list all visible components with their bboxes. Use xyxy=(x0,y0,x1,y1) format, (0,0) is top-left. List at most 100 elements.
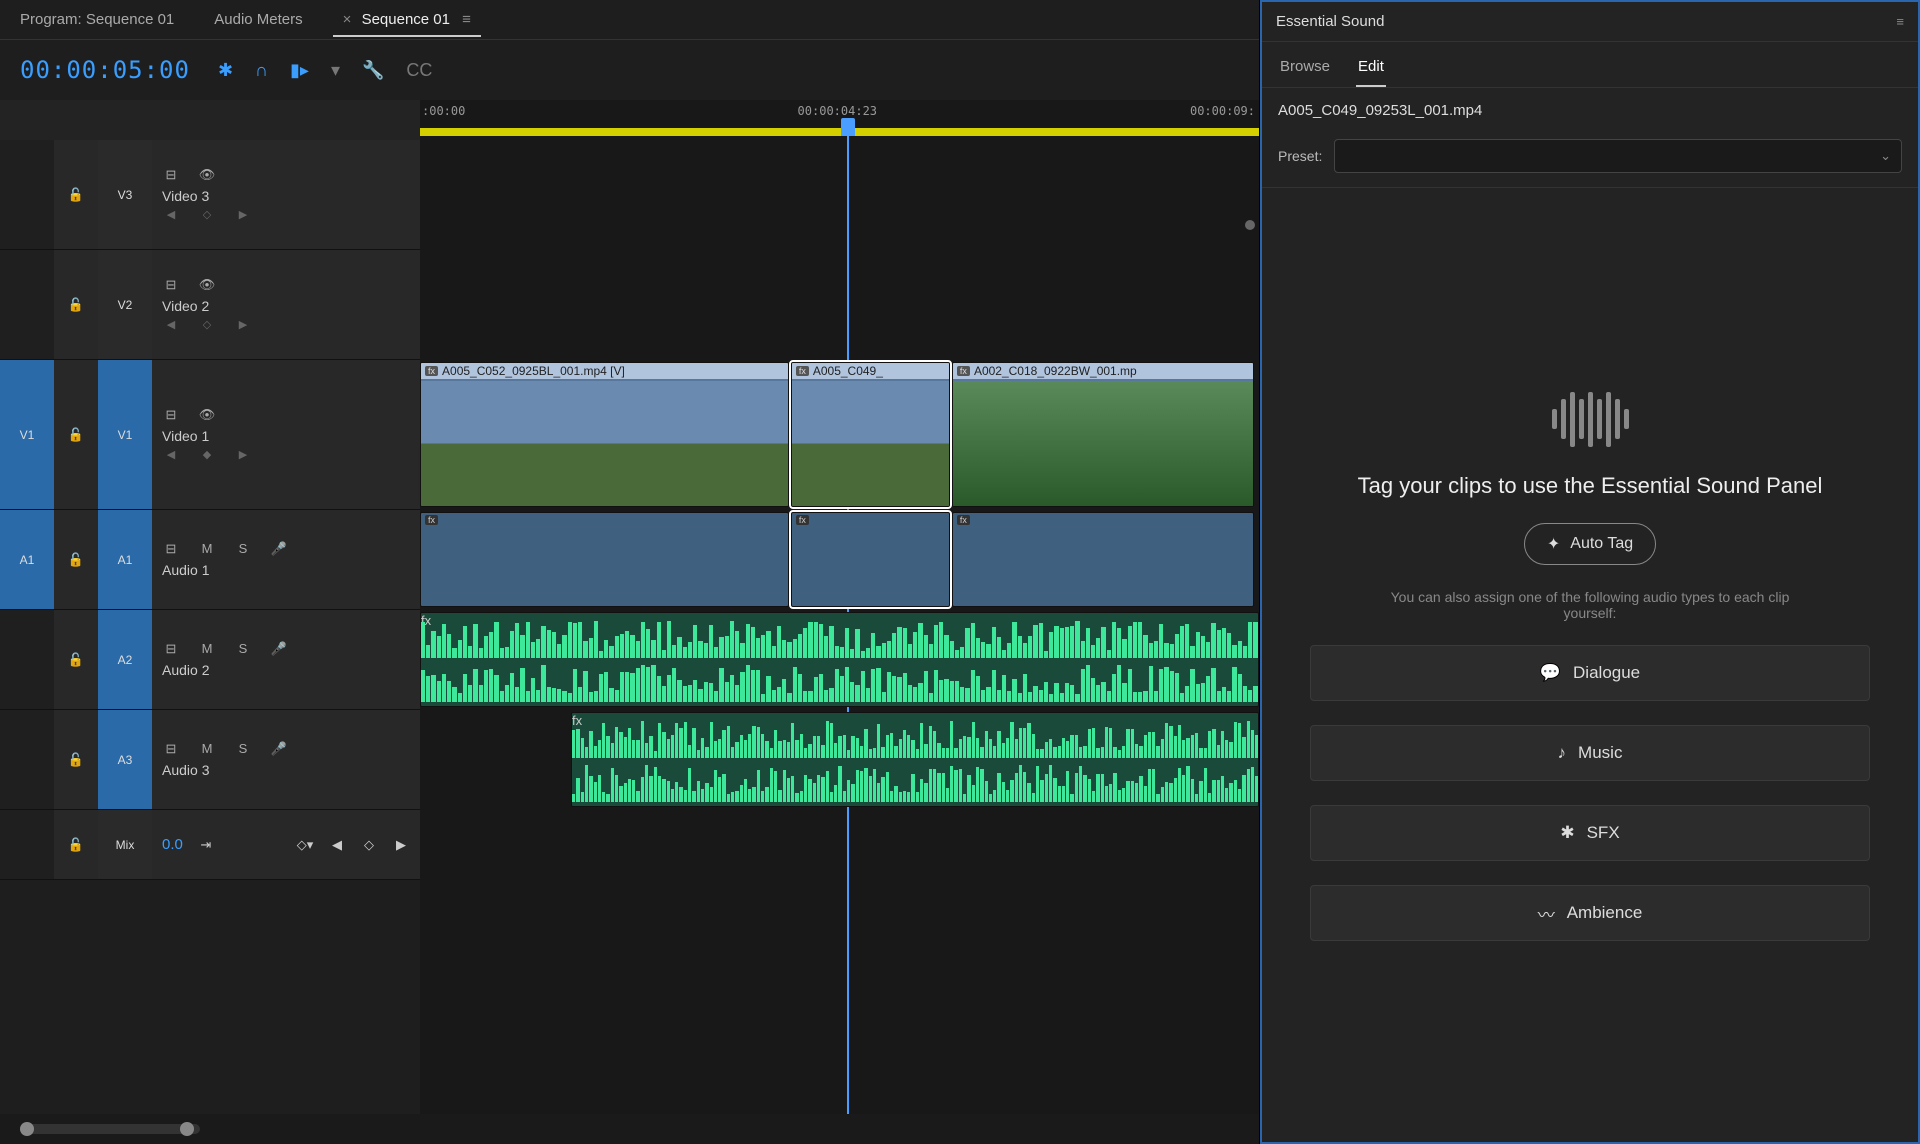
clip-a2-1[interactable]: fx xyxy=(420,612,1259,707)
preset-dropdown[interactable]: ⌄ xyxy=(1334,139,1902,173)
src-patch-a1[interactable]: A1 xyxy=(0,510,54,609)
src-patch-mix[interactable] xyxy=(0,810,54,879)
tab-sequence-label: Sequence 01 xyxy=(362,11,450,28)
collapse-icon[interactable]: ⇥ xyxy=(197,836,215,854)
prev-key-icon[interactable]: ◀ xyxy=(162,446,180,464)
tgt-patch-a3[interactable]: A3 xyxy=(98,710,152,809)
next-key-icon[interactable]: ▶ xyxy=(234,316,252,334)
sync-lock-icon[interactable]: ⊟ xyxy=(162,166,180,184)
keyframe-menu-icon[interactable]: ◇▾ xyxy=(296,836,314,854)
lock-a2[interactable]: 🔓 xyxy=(54,610,98,709)
music-icon: ♪ xyxy=(1558,743,1567,763)
voiceover-icon[interactable]: 🎤 xyxy=(270,640,288,658)
clip-a3-1[interactable]: fx xyxy=(571,712,1259,807)
work-area-bar[interactable] xyxy=(420,128,1259,136)
sync-lock-icon[interactable]: ⊟ xyxy=(162,406,180,424)
solo-button[interactable]: S xyxy=(234,740,252,758)
es-tab-browse[interactable]: Browse xyxy=(1278,52,1332,87)
eye-icon[interactable]: 👁 xyxy=(198,276,216,294)
prev-key-icon[interactable]: ◀ xyxy=(162,316,180,334)
tab-menu-icon[interactable]: ≡ xyxy=(462,11,471,28)
panel-menu-icon[interactable]: ≡ xyxy=(1896,14,1904,29)
track-content-a3[interactable]: fx xyxy=(420,710,1259,809)
tgt-patch-mix[interactable]: Mix xyxy=(98,810,152,879)
zoom-handle-left[interactable] xyxy=(20,1122,34,1136)
next-key-icon[interactable]: ▶ xyxy=(392,836,410,854)
solo-button[interactable]: S xyxy=(234,640,252,658)
clip-a1-2[interactable]: fx xyxy=(791,512,950,607)
clip-label: A005_C052_0925BL_001.mp4 [V] xyxy=(442,364,625,378)
clip-a1-3[interactable]: fx xyxy=(952,512,1254,607)
tgt-patch-v1[interactable]: V1 xyxy=(98,360,152,509)
track-content-mix[interactable] xyxy=(420,810,1259,879)
snap-icon[interactable]: ∩ xyxy=(255,60,268,81)
tgt-patch-v2[interactable]: V2 xyxy=(98,250,152,359)
linked-selection-icon[interactable]: ▮▸ xyxy=(290,60,309,81)
marker-icon[interactable]: ▾ xyxy=(331,60,340,81)
lock-mix[interactable]: 🔓 xyxy=(54,810,98,879)
tab-sequence[interactable]: × Sequence 01 ≡ xyxy=(333,3,481,36)
sync-lock-icon[interactable]: ⊟ xyxy=(162,740,180,758)
playhead-timecode[interactable]: 00:00:05:00 xyxy=(20,56,190,84)
src-patch-v1[interactable]: V1 xyxy=(0,360,54,509)
solo-button[interactable]: S xyxy=(234,540,252,558)
eye-icon[interactable]: 👁 xyxy=(198,406,216,424)
cc-icon[interactable]: CC xyxy=(406,60,432,81)
tab-audio-meters[interactable]: Audio Meters xyxy=(204,3,312,36)
lock-a3[interactable]: 🔓 xyxy=(54,710,98,809)
wrench-icon[interactable]: 🔧 xyxy=(362,60,384,81)
add-key-icon[interactable]: ◇ xyxy=(198,206,216,224)
lock-v2[interactable]: 🔓 xyxy=(54,250,98,359)
sync-lock-icon[interactable]: ⊟ xyxy=(162,640,180,658)
sync-lock-icon[interactable]: ⊟ xyxy=(162,276,180,294)
tgt-patch-a1[interactable]: A1 xyxy=(98,510,152,609)
eye-icon[interactable]: 👁 xyxy=(198,166,216,184)
next-key-icon[interactable]: ▶ xyxy=(234,446,252,464)
src-patch-a2[interactable] xyxy=(0,610,54,709)
tab-program[interactable]: Program: Sequence 01 xyxy=(10,3,184,36)
track-content-v2[interactable] xyxy=(420,250,1259,359)
es-tab-edit[interactable]: Edit xyxy=(1356,52,1386,87)
track-content-a2[interactable]: fx xyxy=(420,610,1259,709)
mute-button[interactable]: M xyxy=(198,740,216,758)
lock-a1[interactable]: 🔓 xyxy=(54,510,98,609)
clip-v1-2[interactable]: fxA005_C049_ xyxy=(791,362,950,507)
mute-button[interactable]: M xyxy=(198,640,216,658)
track-content-v1[interactable]: fxA005_C052_0925BL_001.mp4 [V] fxA005_C0… xyxy=(420,360,1259,509)
src-patch-a3[interactable] xyxy=(0,710,54,809)
zoom-handle-right[interactable] xyxy=(180,1122,194,1136)
tag-ambience-button[interactable]: 〰 Ambience xyxy=(1310,885,1870,941)
next-key-icon[interactable]: ▶ xyxy=(234,206,252,224)
playhead-handle[interactable] xyxy=(841,118,855,136)
track-content-v3[interactable] xyxy=(420,140,1259,249)
sync-lock-icon[interactable]: ⊟ xyxy=(162,540,180,558)
clip-a1-1[interactable]: fx xyxy=(420,512,789,607)
auto-tag-button[interactable]: ✦ Auto Tag xyxy=(1524,523,1656,565)
clip-v1-3[interactable]: fxA002_C018_0922BW_001.mp xyxy=(952,362,1254,507)
prev-key-icon[interactable]: ◀ xyxy=(162,206,180,224)
voiceover-icon[interactable]: 🎤 xyxy=(270,740,288,758)
track-content-a1[interactable]: fx fx fx xyxy=(420,510,1259,609)
add-key-icon[interactable]: ◆ xyxy=(198,446,216,464)
tgt-patch-v3[interactable]: V3 xyxy=(98,140,152,249)
voiceover-icon[interactable]: 🎤 xyxy=(270,540,288,558)
zoom-scrollbar[interactable] xyxy=(20,1124,200,1134)
prev-key-icon[interactable]: ◀ xyxy=(328,836,346,854)
tgt-patch-a2[interactable]: A2 xyxy=(98,610,152,709)
src-patch-v2[interactable] xyxy=(0,250,54,359)
insert-icon[interactable]: ✱ xyxy=(218,60,233,81)
tag-dialogue-button[interactable]: 💬 Dialogue xyxy=(1310,645,1870,701)
tag-sfx-button[interactable]: ✱ SFX xyxy=(1310,805,1870,861)
add-key-icon[interactable]: ◇ xyxy=(360,836,378,854)
clip-v1-1[interactable]: fxA005_C052_0925BL_001.mp4 [V] xyxy=(420,362,789,507)
mix-volume[interactable]: 0.0 xyxy=(162,836,183,853)
src-patch-v3[interactable] xyxy=(0,140,54,249)
lock-v3[interactable]: 🔓 xyxy=(54,140,98,249)
mute-button[interactable]: M xyxy=(198,540,216,558)
es-headline: Tag your clips to use the Essential Soun… xyxy=(1358,473,1823,499)
lock-v1[interactable]: 🔓 xyxy=(54,360,98,509)
time-ruler[interactable]: :00:00 00:00:04:23 00:00:09: xyxy=(420,100,1259,140)
tag-music-button[interactable]: ♪ Music xyxy=(1310,725,1870,781)
close-icon[interactable]: × xyxy=(343,11,352,28)
add-key-icon[interactable]: ◇ xyxy=(198,316,216,334)
